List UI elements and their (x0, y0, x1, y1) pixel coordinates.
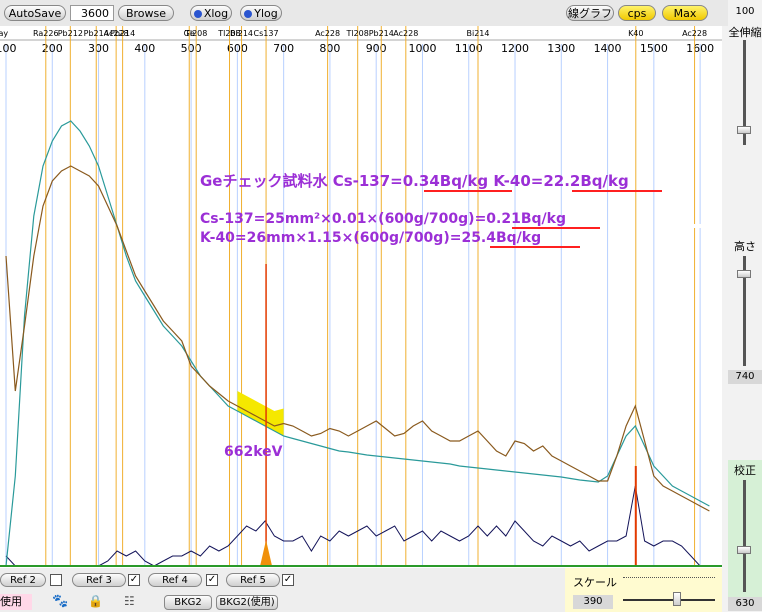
ref5-button[interactable]: Ref 5 (226, 573, 280, 587)
bottom-bar: Ref 2 Ref 3 ✓ Ref 4 ✓ Ref 5 ✓ 使用 🐾 🔒 ☷ B… (0, 568, 565, 612)
nuclide-label: K40 (628, 29, 643, 38)
nuclide-label: Pb212 (58, 29, 83, 38)
calib-slider[interactable] (736, 480, 754, 592)
nuclide-label: Ra226 (33, 29, 59, 38)
browse-button[interactable]: Browse (118, 5, 174, 21)
height-label: 高さ (734, 240, 756, 253)
nuclide-label: Tl208 (184, 29, 207, 38)
annotation-cs137: Cs-137=25mm²×0.01×(600g/700g)=0.21Bq/kg (200, 211, 566, 227)
slider-thumb[interactable] (737, 546, 751, 554)
spectrum-plot[interactable]: 100 200 300 400 500 600 700 800 900 1000 1100 1200 1… (0, 26, 722, 568)
max-button[interactable]: Max (662, 5, 708, 21)
spectrum-chart: 100 200 300 400 500 600 700 800 900 1000 1100 1200 1… (0, 26, 722, 567)
ref4-button[interactable]: Ref 4 (148, 573, 202, 587)
nuclide-label: Ac228 (682, 29, 707, 38)
lock-icon[interactable]: 🔒 (88, 594, 103, 608)
annotation-662kev: 662keV (224, 444, 283, 460)
nuclide-label: Bi214 (467, 29, 490, 38)
ref2-button[interactable]: Ref 2 (0, 573, 46, 587)
ref3-checkbox[interactable]: ✓ (128, 574, 140, 586)
x-tick-label: 1300 (547, 42, 575, 55)
ref3-button[interactable]: Ref 3 (72, 573, 126, 587)
height-slider[interactable] (736, 256, 754, 366)
xlog-button[interactable]: Xlog (190, 5, 232, 21)
paw-icon[interactable]: 🐾 (52, 594, 68, 609)
height-value: 740 (728, 370, 762, 384)
nuclide-label: Pb214 (110, 29, 135, 38)
ylog-label: Ylog (254, 7, 278, 20)
x-tick-label: 400 (134, 42, 155, 55)
x-tick-label: 600 (227, 42, 248, 55)
scale-value: 390 (573, 595, 613, 609)
nuclide-label: Ac228 (393, 29, 418, 38)
cs137-peak-area (237, 391, 284, 436)
ref2-label: Ref 2 (10, 575, 36, 586)
calib-value: 630 (728, 597, 762, 611)
nuclide-label: Tl208 (345, 29, 368, 38)
x-tick-label: 1600 (686, 42, 714, 55)
clipboard-icon[interactable]: ☷ (124, 594, 135, 608)
bkg2-button[interactable]: BKG2 (164, 595, 212, 610)
seconds-input[interactable]: 3600 (70, 5, 114, 21)
x-tick-label: 1400 (594, 42, 622, 55)
ref4-checkbox[interactable]: ✓ (206, 574, 218, 586)
ref5-label: Ref 5 (240, 575, 266, 586)
nuclide-label: Pb214 (369, 29, 394, 38)
cps-button[interactable]: cps (618, 5, 656, 21)
slider-track (743, 480, 746, 592)
nuclide-label: Kray (0, 29, 8, 38)
x-tick-label: 300 (88, 42, 109, 55)
x-tick-label: 200 (42, 42, 63, 55)
cs137-peak-mark (260, 540, 273, 566)
scale-track (623, 599, 715, 601)
slider-thumb[interactable] (737, 270, 751, 278)
x-tick-label: 1200 (501, 42, 529, 55)
x-tick-label: 1000 (408, 42, 436, 55)
nuclide-label: Cs137 (254, 29, 279, 38)
toolbar: AutoSave 3600 Browse Xlog Ylog 線グラフ cps … (0, 0, 728, 26)
x-tick-label: 700 (273, 42, 294, 55)
ref4-label: Ref 4 (162, 575, 188, 586)
ylog-button[interactable]: Ylog (240, 5, 282, 21)
top-value: 100 (735, 6, 755, 17)
line-graph-button[interactable]: 線グラフ (566, 5, 614, 21)
autosave-button[interactable]: AutoSave (4, 5, 66, 21)
annotation-k40: K-40=26mm×1.15×(600g/700g)=25.4Bq/kg (200, 230, 541, 246)
radio-icon (193, 10, 202, 18)
nuclide-label: Bi214 (230, 29, 253, 38)
calib-label: 校正 (734, 464, 756, 477)
scale-ticks (623, 577, 715, 582)
scale-thumb[interactable] (673, 592, 681, 606)
x-tick-label: 100 (0, 42, 17, 55)
nuclide-label: Ac228 (315, 29, 340, 38)
xlog-label: Xlog (203, 7, 229, 20)
x-tick-label: 900 (366, 42, 387, 55)
bkg2-use-button[interactable]: BKG2(使用) (216, 595, 278, 610)
scale-label: スケール (573, 576, 617, 589)
radio-icon (244, 10, 253, 18)
annotation-title: Geチェック試料水 Cs-137=0.34Bq/kg K-40=22.2Bq/k… (200, 172, 629, 190)
slider-thumb[interactable] (737, 126, 751, 134)
zoom-label: 全伸縮 (728, 26, 762, 39)
ref5-checkbox[interactable]: ✓ (282, 574, 294, 586)
marker-bar (666, 224, 722, 228)
ref3-label: Ref 3 (86, 575, 112, 586)
ref2-checkbox[interactable] (50, 574, 62, 586)
zoom-slider[interactable] (736, 40, 754, 145)
x-tick-label: 1500 (640, 42, 668, 55)
x-tick-label: 500 (181, 42, 202, 55)
use-button[interactable]: 使用 (0, 594, 32, 610)
x-tick-label: 800 (319, 42, 340, 55)
x-tick-label: 1100 (455, 42, 483, 55)
scale-box: スケール 390 (565, 568, 722, 612)
